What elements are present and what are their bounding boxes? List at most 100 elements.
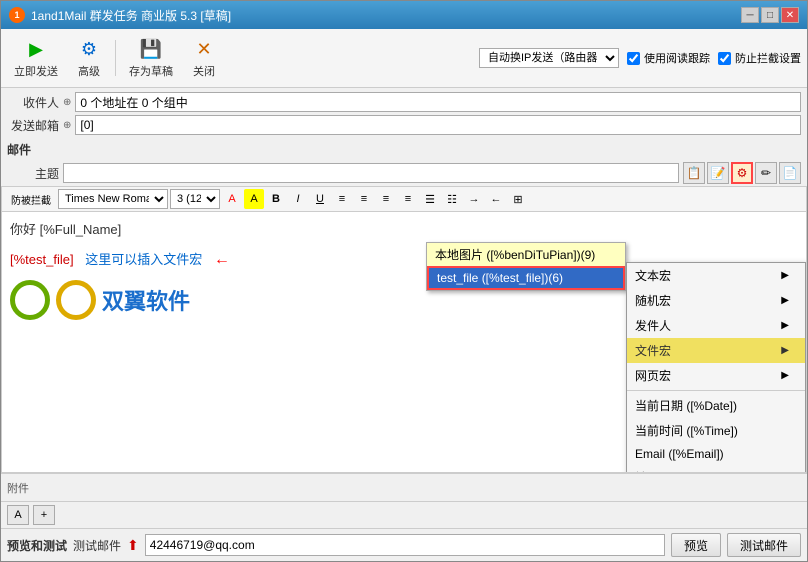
ctx-item-email[interactable]: Email ([%Email])	[627, 443, 805, 465]
ctx-item-date[interactable]: 当前日期 ([%Date])	[627, 393, 805, 418]
ctx-item-sender[interactable]: 发件人 ▶	[627, 313, 805, 338]
justify-button[interactable]: ≡	[398, 189, 418, 209]
font-size-select[interactable]: 3 (12	[170, 189, 220, 209]
align-right-button[interactable]: ≡	[376, 189, 396, 209]
ctx-item-file-macro[interactable]: 文件宏 ▶	[627, 338, 805, 363]
advanced-button[interactable]: ⚙ 高级	[69, 33, 109, 83]
ctx-label-web-macro: 网页宏	[635, 367, 671, 384]
underline-button[interactable]: U	[310, 189, 330, 209]
send-button[interactable]: ▶ 立即发送	[7, 33, 65, 83]
mail-label: 邮件	[7, 143, 31, 157]
plus-button[interactable]: +	[33, 505, 55, 525]
ctx-label-random-macro: 随机宏	[635, 292, 671, 309]
anti-spam-button[interactable]: 防被拦截	[6, 189, 56, 209]
attachment-area: 附件	[1, 473, 807, 501]
italic-button[interactable]: I	[288, 189, 308, 209]
format-toolbar: 防被拦截 Times New Roman 3 (12 A A B I U ≡ ≡…	[1, 186, 807, 211]
anti-spam-label: 防被拦截	[11, 192, 51, 207]
ip-send-select[interactable]: 自动换IP发送（路由器）	[479, 48, 619, 68]
preview-bar: 预览和测试 测试邮件 ⬆ 预览 测试邮件	[1, 528, 807, 561]
align-center-button[interactable]: ≡	[354, 189, 374, 209]
context-menu: 文本宏 ▶ 随机宏 ▶ 发件人 ▶ 文件宏 ▶ 网页宏 ▶	[626, 262, 806, 473]
anti-intercept-checkbox-row: 防止拦截设置	[718, 50, 801, 66]
ctx-separator	[627, 390, 805, 391]
arrow-indicator: ←	[214, 247, 230, 273]
outdent-button[interactable]: ←	[486, 189, 506, 209]
ctx-arrow-file-macro: ▶	[781, 345, 789, 356]
list-ul-button[interactable]: ☰	[420, 189, 440, 209]
subject-row: 主题 📋 📝 ⚙ ✏ 📄	[7, 162, 801, 184]
advanced-label: 高级	[78, 63, 100, 79]
ctx-item-xing[interactable]: 姓 ([%Xing])	[627, 465, 805, 473]
close-draft-icon: ✕	[192, 37, 216, 61]
subject-icon-btn-4[interactable]: ✏	[755, 162, 777, 184]
font-color-button[interactable]: A	[222, 189, 242, 209]
ctx-item-time[interactable]: 当前时间 ([%Time])	[627, 418, 805, 443]
read-tracking-checkbox[interactable]	[627, 52, 640, 65]
subject-input[interactable]	[63, 163, 679, 183]
mail-section: 邮件	[1, 139, 807, 160]
title-bar-controls: ─ □ ✕	[741, 7, 799, 23]
save-label: 存为草稿	[129, 63, 173, 79]
subject-icons: 📋 📝 ⚙ ✏ 📄	[683, 162, 801, 184]
add-button[interactable]: A	[7, 505, 29, 525]
advanced-icon: ⚙	[77, 37, 101, 61]
insert-hint: 这里可以插入文件宏	[85, 252, 202, 267]
preview-section-label: 预览和测试	[7, 537, 67, 554]
var-test-file: [%test_file]	[10, 252, 74, 267]
sender-input[interactable]	[75, 115, 801, 135]
highlight-button[interactable]: A	[244, 189, 264, 209]
ctx-label-text-macro: 文本宏	[635, 267, 671, 284]
test-mail-label: 测试邮件	[73, 537, 121, 554]
minimize-button[interactable]: ─	[741, 7, 759, 23]
ctx-label-sender: 发件人	[635, 317, 671, 334]
maximize-button[interactable]: □	[761, 7, 779, 23]
bold-button[interactable]: B	[266, 189, 286, 209]
close-label: 关闭	[193, 63, 215, 79]
list-ol-button[interactable]: ☷	[442, 189, 462, 209]
ctx-label-date: 当前日期 ([%Date])	[635, 397, 737, 414]
close-button[interactable]: ✕	[781, 7, 799, 23]
save-draft-button[interactable]: 💾 存为草稿	[122, 33, 180, 83]
preview-button[interactable]: 预览	[671, 533, 721, 557]
tooltip-item-1[interactable]: 本地图片 ([%benDiTuPian])(9)	[427, 243, 625, 266]
subject-area: 主题 📋 📝 ⚙ ✏ 📄	[1, 160, 807, 186]
table-button[interactable]: ⊞	[508, 189, 528, 209]
font-name-select[interactable]: Times New Roman	[58, 189, 168, 209]
ctx-item-random-macro[interactable]: 随机宏 ▶	[627, 288, 805, 313]
subject-icon-btn-2[interactable]: 📝	[707, 162, 729, 184]
tooltip-item-2-label: test_file ([%test_file])(6)	[437, 271, 563, 285]
ctx-arrow-sender: ▶	[781, 320, 789, 331]
brand-circle-yellow	[56, 280, 96, 320]
email-sort-icon[interactable]: ⬆	[127, 537, 139, 554]
anti-intercept-checkbox[interactable]	[718, 52, 731, 65]
attachment-label: 附件	[7, 480, 29, 496]
editor-area[interactable]: 你好 [%Full_Name] [%test_file] 这里可以插入文件宏 ←…	[1, 211, 807, 473]
ctx-item-web-macro[interactable]: 网页宏 ▶	[627, 363, 805, 388]
form-area: 收件人 ⊕ 发送邮箱 ⊕	[1, 88, 807, 139]
subject-icon-btn-3-active[interactable]: ⚙	[731, 162, 753, 184]
subject-label: 主题	[7, 165, 59, 182]
tooltip-item-1-label: 本地图片 ([%benDiTuPian])(9)	[435, 248, 595, 262]
ctx-arrow-text-macro: ▶	[781, 270, 789, 281]
hello-text: 你好 [%Full_Name]	[10, 222, 121, 237]
close-draft-button[interactable]: ✕ 关闭	[184, 33, 224, 83]
main-toolbar: ▶ 立即发送 ⚙ 高级 💾 存为草稿 ✕ 关闭 自动换IP发送（路由器） 使用阅…	[1, 29, 807, 88]
send-label: 立即发送	[14, 63, 58, 79]
recipient-row: 收件人 ⊕	[7, 92, 801, 112]
tooltip-item-2-highlighted[interactable]: test_file ([%test_file])(6)	[427, 266, 625, 290]
ctx-arrow-random-macro: ▶	[781, 295, 789, 306]
test-email-input[interactable]	[145, 534, 665, 556]
align-left-button[interactable]: ≡	[332, 189, 352, 209]
bottom-toolbar: A +	[1, 501, 807, 528]
recipient-input[interactable]	[75, 92, 801, 112]
recipient-label: 收件人	[7, 94, 59, 111]
subject-icon-btn-5[interactable]: 📄	[779, 162, 801, 184]
brand-circle-green	[10, 280, 50, 320]
subject-icon-btn-1[interactable]: 📋	[683, 162, 705, 184]
anti-intercept-label: 防止拦截设置	[735, 50, 801, 66]
ctx-item-text-macro[interactable]: 文本宏 ▶	[627, 263, 805, 288]
test-mail-button[interactable]: 测试邮件	[727, 533, 801, 557]
preview-row: 测试邮件 ⬆ 预览 测试邮件	[73, 533, 801, 557]
indent-button[interactable]: →	[464, 189, 484, 209]
